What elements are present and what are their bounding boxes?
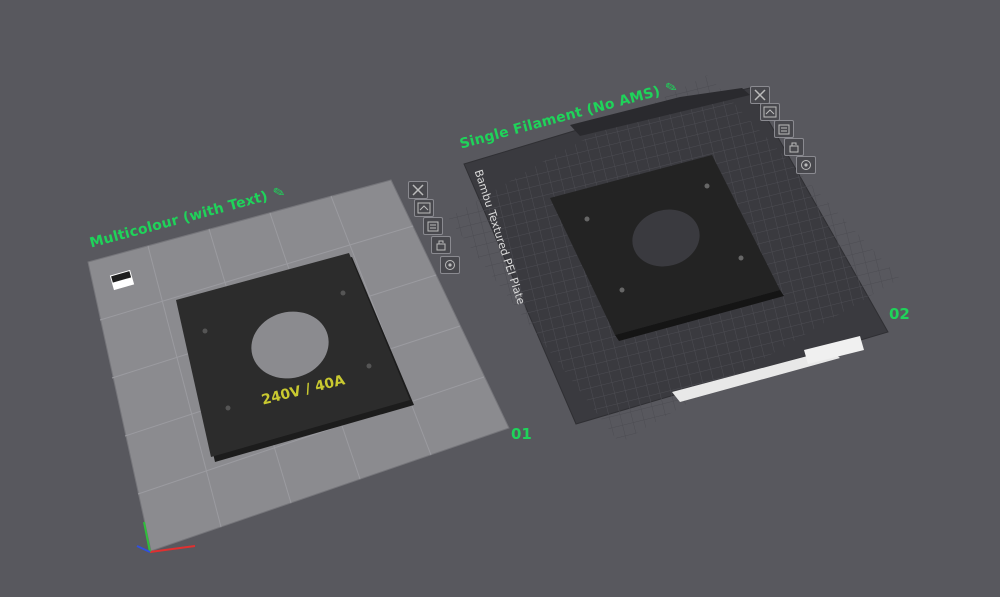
3d-viewport[interactable]: Multicolour (with Text) ✎ 240V / 40A 01 S…	[0, 0, 1000, 597]
lock-icon	[427, 221, 439, 232]
plate-1-unlock-button[interactable]	[431, 236, 451, 254]
plate-1-arrange-button[interactable]	[414, 199, 434, 217]
settings-icon	[445, 260, 455, 270]
plate-1-lock-button[interactable]	[423, 217, 443, 235]
arrange-icon	[763, 106, 777, 118]
plate-1-settings-button[interactable]	[440, 256, 460, 274]
plate-1-number: 01	[511, 425, 532, 443]
plate-2-arrange-button[interactable]	[760, 103, 780, 121]
plate-2-lock-button[interactable]	[774, 120, 794, 138]
plate-2-settings-button[interactable]	[796, 156, 816, 174]
unlock-icon	[436, 240, 446, 251]
unlock-icon	[789, 142, 799, 153]
plate-2-close-button[interactable]	[750, 86, 770, 104]
lock-icon	[778, 124, 790, 135]
settings-icon	[801, 160, 811, 170]
close-icon	[412, 184, 424, 196]
plate-2-unlock-button[interactable]	[784, 138, 804, 156]
plate-2-number: 02	[889, 305, 910, 323]
arrange-icon	[417, 202, 431, 214]
close-icon	[754, 89, 766, 101]
plate-1-close-button[interactable]	[408, 181, 428, 199]
